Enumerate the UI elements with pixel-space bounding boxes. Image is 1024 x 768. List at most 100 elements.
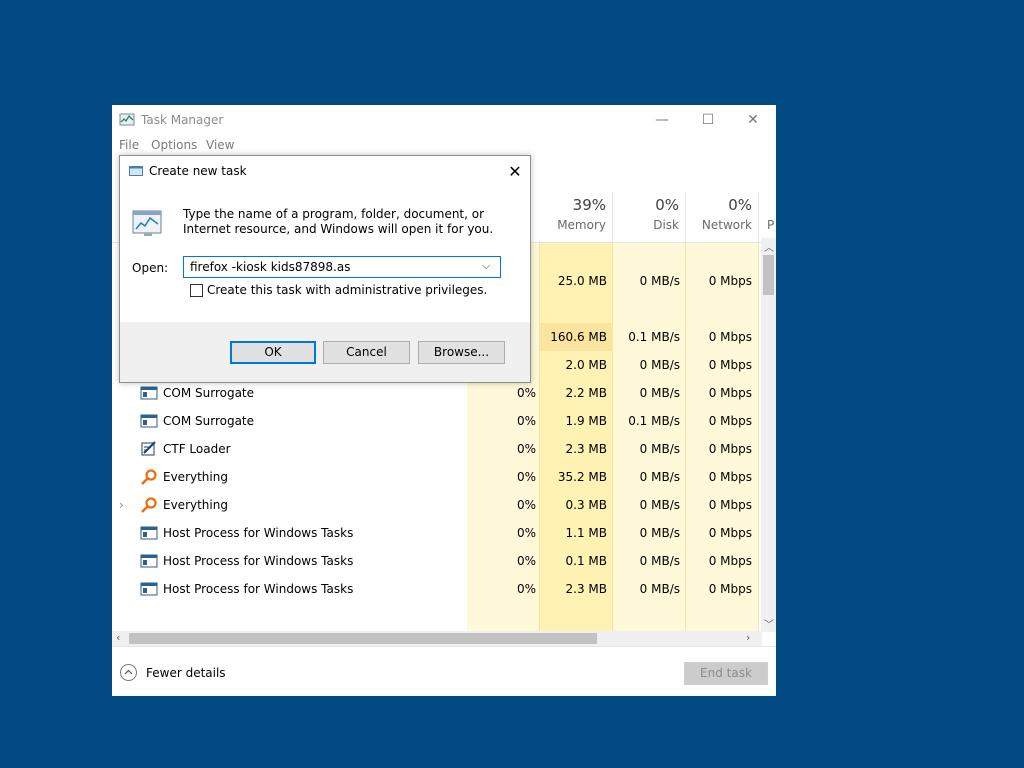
minimize-button[interactable]: — <box>639 105 685 135</box>
run-icon <box>129 166 143 176</box>
close-button[interactable]: ✕ <box>730 105 776 135</box>
close-icon: ✕ <box>747 112 759 128</box>
horizontal-scrollbar[interactable]: ‹ › <box>112 631 762 646</box>
admin-privileges-checkbox[interactable] <box>190 284 203 297</box>
table-row[interactable]: Host Process for Windows Tasks 0% 2.3 MB 0 … <box>112 575 762 603</box>
horizontal-scroll-thumb[interactable] <box>129 633 597 644</box>
open-input-value[interactable]: firefox -kiosk kids87898.as <box>190 260 350 274</box>
cpu-value: 0% <box>516 498 536 512</box>
menu-bar: File Options View <box>112 135 776 155</box>
table-row[interactable]: › Everything 0% 0.3 MB 0 MB/s 0 Mbps <box>112 491 762 519</box>
column-header-network[interactable]: 0% Network <box>686 192 759 242</box>
disk-value: 0 MB/s <box>639 386 680 400</box>
browse-button[interactable]: Browse... <box>418 341 505 364</box>
network-value: 0 Mbps <box>708 386 752 400</box>
disk-value: 0.1 MB/s <box>628 414 680 428</box>
disk-value: 0.1 MB/s <box>628 330 680 344</box>
network-value: 0 Mbps <box>708 526 752 540</box>
vertical-scroll-thumb[interactable] <box>763 255 774 295</box>
process-name: COM Surrogate <box>163 414 255 428</box>
disk-percent: 0% <box>655 196 679 214</box>
open-combobox[interactable]: firefox -kiosk kids87898.as ⌵ <box>183 256 501 278</box>
table-row[interactable]: Host Process for Windows Tasks 0% 0.1 MB 0 … <box>112 547 762 575</box>
memory-value: 160.6 MB <box>540 323 613 351</box>
column-header-disk[interactable]: 0% Disk <box>613 192 686 242</box>
app-window-icon <box>140 525 158 541</box>
chevron-right-icon[interactable]: › <box>119 491 124 519</box>
column-header-power[interactable]: P <box>759 192 776 242</box>
memory-percent: 39% <box>572 196 606 214</box>
disk-value: 0 MB/s <box>639 470 680 484</box>
menu-file[interactable]: File <box>119 138 139 152</box>
memory-value: 1.9 MB <box>565 414 607 428</box>
cpu-value: 0% <box>516 554 536 568</box>
chevron-up-circle-icon[interactable] <box>120 664 137 681</box>
maximize-button[interactable]: ☐ <box>685 105 731 135</box>
ok-button[interactable]: OK <box>230 341 316 364</box>
memory-label: Memory <box>557 218 606 232</box>
network-value: 0 Mbps <box>708 470 752 484</box>
magnifier-icon <box>140 497 158 513</box>
menu-view[interactable]: View <box>206 138 234 152</box>
cpu-value: 0% <box>516 442 536 456</box>
disk-value: 0 MB/s <box>639 274 680 288</box>
minimize-icon: — <box>655 112 669 128</box>
vertical-scrollbar[interactable]: ︿ ﹀ <box>761 238 776 632</box>
table-row[interactable]: COM Surrogate 0% 2.2 MB 0 MB/s 0 Mbps <box>112 379 762 407</box>
cpu-value: 0% <box>516 582 536 596</box>
open-label: Open: <box>132 261 169 275</box>
disk-value: 0 MB/s <box>639 554 680 568</box>
disk-value: 0 MB/s <box>639 498 680 512</box>
disk-value: 0 MB/s <box>639 442 680 456</box>
table-row[interactable]: Host Process for Windows Tasks 0% 1.1 MB 0 … <box>112 519 762 547</box>
memory-value: 0.1 MB <box>565 554 607 568</box>
footer: Fewer details End task <box>112 646 776 697</box>
memory-value <box>540 243 613 267</box>
task-manager-icon <box>119 113 135 126</box>
disk-label: Disk <box>653 218 679 232</box>
memory-value <box>540 295 613 323</box>
cpu-value: 0% <box>516 470 536 484</box>
network-value: 0 Mbps <box>708 358 752 372</box>
create-new-task-dialog: Create new task ✕ Type the name of a pro… <box>119 155 531 383</box>
process-name: Host Process for Windows Tasks <box>163 554 354 568</box>
memory-value: 1.1 MB <box>565 526 607 540</box>
process-name: Host Process for Windows Tasks <box>163 582 354 596</box>
end-task-button[interactable]: End task <box>684 662 768 685</box>
dialog-description: Type the name of a program, folder, docu… <box>183 207 494 236</box>
process-name: COM Surrogate <box>163 386 255 400</box>
close-icon: ✕ <box>508 161 522 181</box>
table-row[interactable]: CTF Loader 0% 2.3 MB 0 MB/s 0 Mbps <box>112 435 762 463</box>
scroll-left-icon[interactable]: ‹ <box>116 631 120 644</box>
run-program-icon <box>132 210 162 236</box>
chevron-down-icon[interactable]: ⌵ <box>482 259 490 273</box>
scroll-up-icon[interactable]: ︿ <box>764 239 774 254</box>
fewer-details-link[interactable]: Fewer details <box>146 666 226 680</box>
network-value: 0 Mbps <box>708 274 752 288</box>
window-title: Task Manager <box>141 113 224 127</box>
admin-privileges-label[interactable]: Create this task with administrative pri… <box>207 283 487 297</box>
memory-value: 2.3 MB <box>565 442 607 456</box>
process-name: Everything <box>163 470 228 484</box>
cpu-value: 0% <box>516 414 536 428</box>
dialog-close-button[interactable]: ✕ <box>500 157 530 185</box>
column-header-memory[interactable]: 39% Memory <box>540 192 613 242</box>
table-row[interactable]: Everything 0% 35.2 MB 0 MB/s 0 Mbps <box>112 463 762 491</box>
disk-value: 0 MB/s <box>639 582 680 596</box>
title-bar[interactable]: Task Manager — ☐ ✕ <box>112 105 776 135</box>
dialog-title: Create new task <box>149 164 247 178</box>
table-row[interactable]: COM Surrogate 0% 1.9 MB 0.1 MB/s 0 Mbps <box>112 407 762 435</box>
disk-value <box>613 243 686 267</box>
process-name: Everything <box>163 498 228 512</box>
scroll-right-icon[interactable]: › <box>746 631 750 644</box>
disk-value: 0 MB/s <box>639 358 680 372</box>
scroll-down-icon[interactable]: ﹀ <box>764 616 774 631</box>
cancel-button[interactable]: Cancel <box>323 341 410 364</box>
menu-options[interactable]: Options <box>151 138 197 152</box>
network-percent: 0% <box>728 196 752 214</box>
app-window-icon <box>140 553 158 569</box>
memory-value: 2.0 MB <box>565 358 607 372</box>
memory-value: 35.2 MB <box>557 470 607 484</box>
power-label: P <box>767 218 775 232</box>
ctf-loader-icon <box>140 441 158 457</box>
